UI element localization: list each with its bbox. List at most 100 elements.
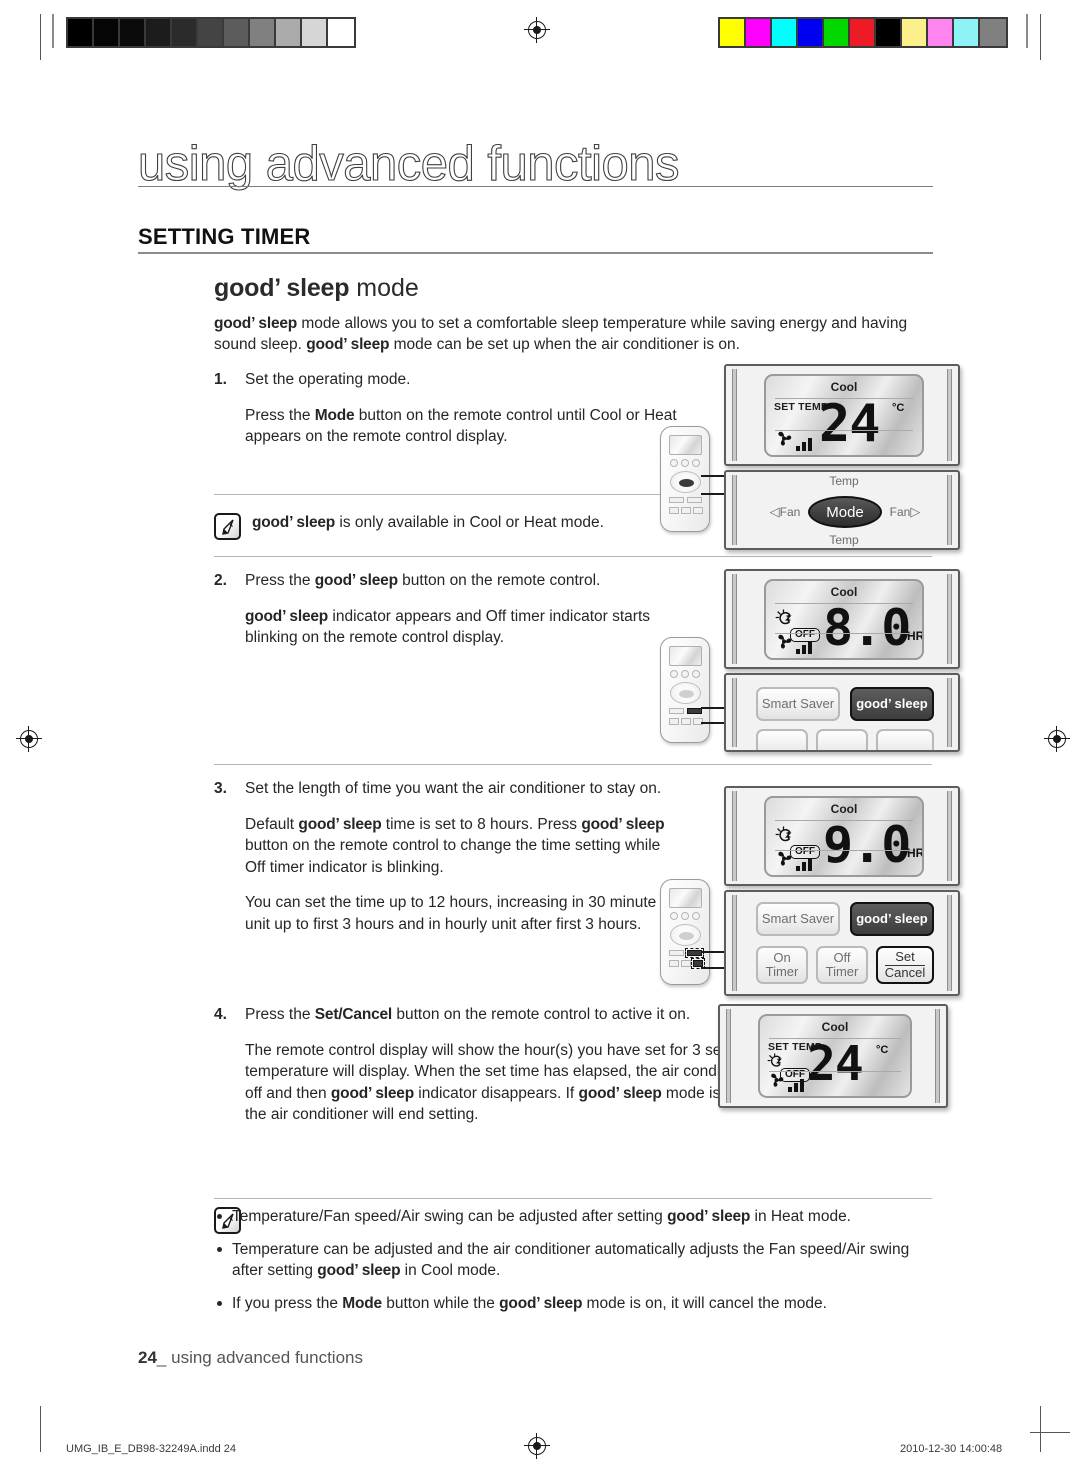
- good-sleep-button-small[interactable]: [687, 708, 702, 714]
- off-timer-button-small[interactable]: [681, 960, 691, 967]
- fan-icon: [774, 632, 794, 656]
- mode-button-small[interactable]: [681, 459, 689, 467]
- fan-button-small[interactable]: [692, 670, 700, 678]
- note-bullet-item: Temperature/Fan speed/Air swing can be a…: [214, 1206, 932, 1228]
- step-3: 3. Set the length of time you want the ai…: [214, 778, 684, 935]
- emphasis-term: good’ sleep: [317, 1262, 401, 1279]
- dpad-label-fan-left[interactable]: ◁Fan: [764, 504, 806, 520]
- power-button-small[interactable]: [670, 912, 678, 920]
- mode-button-small[interactable]: [681, 670, 689, 678]
- intro-text-1: mode allows you to set a comfortable sle…: [297, 315, 858, 332]
- on-timer-button-small[interactable]: [669, 718, 679, 725]
- remote-dpad[interactable]: [670, 682, 701, 704]
- on-timer-button[interactable]: On Timer: [756, 946, 808, 984]
- on-timer-button-small[interactable]: [669, 507, 679, 514]
- body-text: button on the remote control to change t…: [245, 837, 661, 876]
- good-sleep-button-small[interactable]: [687, 497, 702, 503]
- keypad-panel: Temp Temp ◁Fan Fan▷ Mode: [724, 470, 960, 550]
- remote-screen: [669, 646, 702, 666]
- manual-page: using advanced functions SETTING TIMER g…: [0, 0, 1080, 1483]
- emphasis-term: good’ sleep: [298, 815, 382, 833]
- off-timer-button[interactable]: Off Timer: [816, 946, 868, 984]
- fan-speed-bars: [796, 857, 812, 871]
- body-text: button while the: [381, 1294, 500, 1312]
- smart-saver-button-small[interactable]: [669, 497, 684, 503]
- power-button-small[interactable]: [670, 670, 678, 678]
- intro-paragraph: good’ sleep mode allows you to set a com…: [214, 313, 914, 355]
- emphasis-term: good’ sleep: [667, 1208, 751, 1225]
- section-heading: SETTING TIMER: [138, 224, 311, 249]
- good-sleep-button[interactable]: good’ sleep: [850, 687, 934, 721]
- body-text: Set the length of time you want the air …: [245, 780, 662, 797]
- fan-button-small[interactable]: [692, 912, 700, 920]
- fan-speed-bars: [788, 1078, 804, 1092]
- chapter-title-rule: [138, 186, 933, 187]
- step-number: 4.: [214, 1006, 227, 1023]
- off-timer-button[interactable]: [816, 729, 868, 750]
- smart-saver-button-small[interactable]: [669, 950, 684, 956]
- note-adjustments: Temperature/Fan speed/Air swing can be a…: [214, 1206, 932, 1314]
- step-body: Set the length of time you want the air …: [245, 778, 684, 935]
- sub-heading-brand: good’ sleep: [214, 274, 350, 302]
- mode-button-small[interactable]: [681, 912, 689, 920]
- fan-speed-bars: [796, 437, 812, 451]
- sub-heading-rest: mode: [349, 274, 419, 302]
- off-timer-button-small[interactable]: [681, 718, 691, 725]
- lcd-display: Cool OFF 9.0 HR: [764, 796, 924, 877]
- mode-center-button[interactable]: [679, 479, 694, 487]
- footer-page-number: 24: [138, 1348, 157, 1367]
- intro-text-2b: mode can be set up when the air conditio…: [389, 336, 740, 353]
- off-timer-button-small[interactable]: [681, 507, 691, 514]
- body-text: Set the operating mode.: [245, 371, 411, 388]
- emphasis-term: Set/Cancel: [314, 1006, 393, 1023]
- step-2: 2. Press the good’ sleep button on the re…: [214, 570, 684, 649]
- body-text: Temperature/Fan speed/Air swing can be a…: [232, 1208, 668, 1225]
- mode-center-button[interactable]: [679, 690, 694, 698]
- emphasis-term: good’ sleep: [330, 1084, 414, 1102]
- body-text: Press the: [245, 572, 315, 589]
- body-text: in Heat mode.: [750, 1208, 851, 1225]
- emphasis-term: good’ sleep: [578, 1084, 662, 1102]
- step-paragraph: Default good’ sleep time is set to 8 hou…: [245, 814, 684, 879]
- lcd-display: Cool SET TEMP OFF 24 °C: [758, 1014, 912, 1098]
- note-cool-or-heat-text: good’ sleep is only available in Cool or…: [252, 514, 604, 531]
- dpad-label-temp-down: Temp: [829, 533, 859, 547]
- remote-control-body: [660, 637, 710, 743]
- remote-dpad[interactable]: [670, 924, 701, 946]
- body-text: indicator disappears. If: [413, 1084, 579, 1102]
- on-timer-button[interactable]: [756, 729, 808, 750]
- step-1: 1. Set the operating mode. Press the Mode …: [214, 369, 684, 448]
- footer-separator: _: [156, 1348, 167, 1367]
- remote-dpad[interactable]: [670, 471, 701, 493]
- step-paragraph: Set the operating mode.: [245, 369, 684, 391]
- body-text: You can set the time up to 12 hours, inc…: [245, 894, 657, 933]
- power-button-small[interactable]: [670, 459, 678, 467]
- note-bullet-item: Temperature can be adjusted and the air …: [214, 1239, 932, 1282]
- set-cancel-button[interactable]: [876, 729, 934, 750]
- mode-center-button[interactable]: [679, 932, 694, 940]
- smart-saver-button-small[interactable]: [669, 708, 684, 714]
- mode-button[interactable]: Mode: [808, 496, 882, 528]
- dpad-label-fan-right[interactable]: Fan▷: [884, 504, 926, 520]
- set-cancel-button[interactable]: Set Cancel: [876, 946, 934, 984]
- final-note-divider: [214, 1198, 932, 1199]
- set-cancel-button-small[interactable]: [693, 507, 703, 514]
- good-sleep-button[interactable]: good’ sleep: [850, 902, 934, 936]
- note-divider-bottom: [214, 556, 932, 557]
- smart-saver-button[interactable]: Smart Saver: [756, 687, 840, 721]
- smart-saver-button[interactable]: Smart Saver: [756, 902, 840, 936]
- lcd-display: Cool OFF 8.0 HR: [764, 579, 924, 660]
- body-text: Default: [245, 815, 299, 833]
- illustration-step-3: Cool OFF 9.0 HR Smart Saver good’ sleep …: [660, 784, 960, 996]
- footer-chapter-label: using advanced functions: [171, 1348, 363, 1367]
- on-timer-button-small[interactable]: [669, 960, 679, 967]
- step-paragraph: Press the good’ sleep button on the remo…: [245, 570, 684, 592]
- lcd-mode-label: Cool: [821, 1020, 849, 1034]
- emphasis-term: good’ sleep: [314, 572, 398, 589]
- imprint-timestamp: 2010-12-30 14:00:48: [900, 1443, 1003, 1455]
- remote-control-body: [660, 426, 710, 532]
- fan-button-small[interactable]: [692, 459, 700, 467]
- directional-pad: Temp Temp ◁Fan Fan▷ Mode: [760, 472, 928, 548]
- lcd-timer-value: 9.0: [823, 816, 911, 874]
- step-number: 2.: [214, 572, 227, 589]
